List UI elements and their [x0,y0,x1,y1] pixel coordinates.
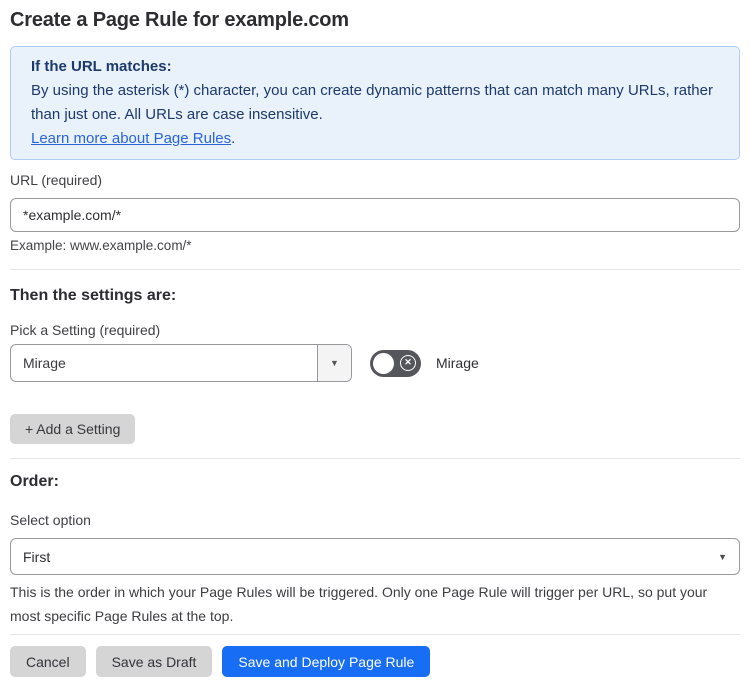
setting-select[interactable]: Mirage ▼ [10,344,352,382]
toggle-knob [373,352,394,374]
learn-more-link[interactable]: Learn more about Page Rules [31,130,231,147]
settings-section-heading: Then the settings are: [10,287,177,304]
footer-actions: Cancel Save as Draft Save and Deploy Pag… [10,646,740,677]
divider [10,269,740,270]
chevron-down-icon: ▼ [718,551,727,562]
setting-picker-row: Mirage ▼ ✕ Mirage [10,344,740,382]
link-suffix: . [231,130,236,147]
divider [10,634,740,635]
mirage-toggle[interactable]: ✕ [370,349,421,377]
toggle-off-x-icon: ✕ [400,355,416,371]
chevron-down-icon[interactable]: ▼ [317,345,351,381]
page-title: Create a Page Rule for example.com [10,9,349,31]
order-section-heading: Order: [10,473,59,490]
save-and-deploy-button[interactable]: Save and Deploy Page Rule [222,646,431,677]
url-match-info-box: If the URL matches: By using the asteris… [10,46,740,160]
save-as-draft-button[interactable]: Save as Draft [95,646,213,677]
divider [10,458,740,459]
cancel-button[interactable]: Cancel [10,646,86,677]
toggle-label: Mirage [436,355,479,371]
order-select-value: First [23,548,51,565]
url-example-helper: Example: www.example.com/* [10,238,192,253]
setting-select-value: Mirage [23,355,66,371]
url-input[interactable] [10,198,740,232]
setting-picker-label: Pick a Setting (required) [10,322,161,338]
info-box-link-line: Learn more about Page Rules. [31,127,719,151]
order-select[interactable]: First ▼ [10,538,740,575]
url-field-label: URL (required) [10,172,103,188]
page-rule-form: Create a Page Rule for example.com If th… [0,0,750,687]
order-helper-text: This is the order in which your Page Rul… [10,584,708,624]
order-select-label: Select option [10,512,91,528]
info-box-heading: If the URL matches: [31,58,172,75]
info-box-body: By using the asterisk (*) character, you… [31,82,713,123]
add-setting-button[interactable]: + Add a Setting [10,414,136,444]
